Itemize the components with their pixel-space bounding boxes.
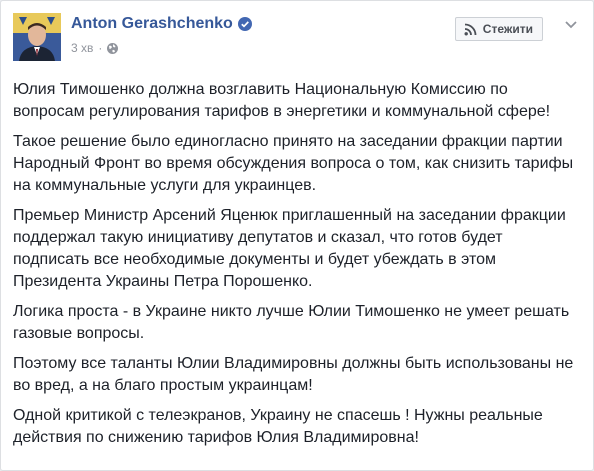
post-meta: 3 хв · — [71, 41, 119, 55]
author-name-row: Anton Gerashchenko — [71, 15, 252, 33]
globe-icon[interactable] — [107, 42, 119, 54]
post-timestamp[interactable]: 3 хв — [71, 41, 93, 55]
post-card: Anton Gerashchenko 3 хв · Стежити Юлия Т… — [0, 0, 594, 471]
post-paragraph: Одной критикой с телеэкранов, Украину не… — [13, 407, 543, 446]
post-paragraph: Премьер Министр Арсений Яценюк приглашен… — [13, 207, 566, 290]
post-paragraph: Такое решение было единогласно принято н… — [13, 133, 574, 194]
post-header: Anton Gerashchenko 3 хв · Стежити — [13, 13, 581, 61]
post-paragraph: Поэтому все таланты Юлии Владимировны до… — [13, 355, 574, 394]
rss-icon — [464, 23, 477, 36]
follow-button-label: Стежити — [482, 22, 533, 36]
post-body: Юлия Тимошенко должна возглавить Национа… — [13, 79, 581, 457]
author-name[interactable]: Anton Gerashchenko — [71, 15, 233, 33]
chevron-down-icon[interactable] — [561, 15, 581, 35]
follow-button[interactable]: Стежити — [454, 17, 543, 41]
post-paragraph: Логика проста - в Украине никто лучше Юл… — [13, 303, 570, 342]
post-paragraph: Юлия Тимошенко должна возглавить Национа… — [13, 81, 551, 120]
verified-badge-icon — [237, 17, 252, 31]
meta-separator: · — [98, 41, 103, 55]
author-avatar[interactable] — [13, 13, 61, 61]
